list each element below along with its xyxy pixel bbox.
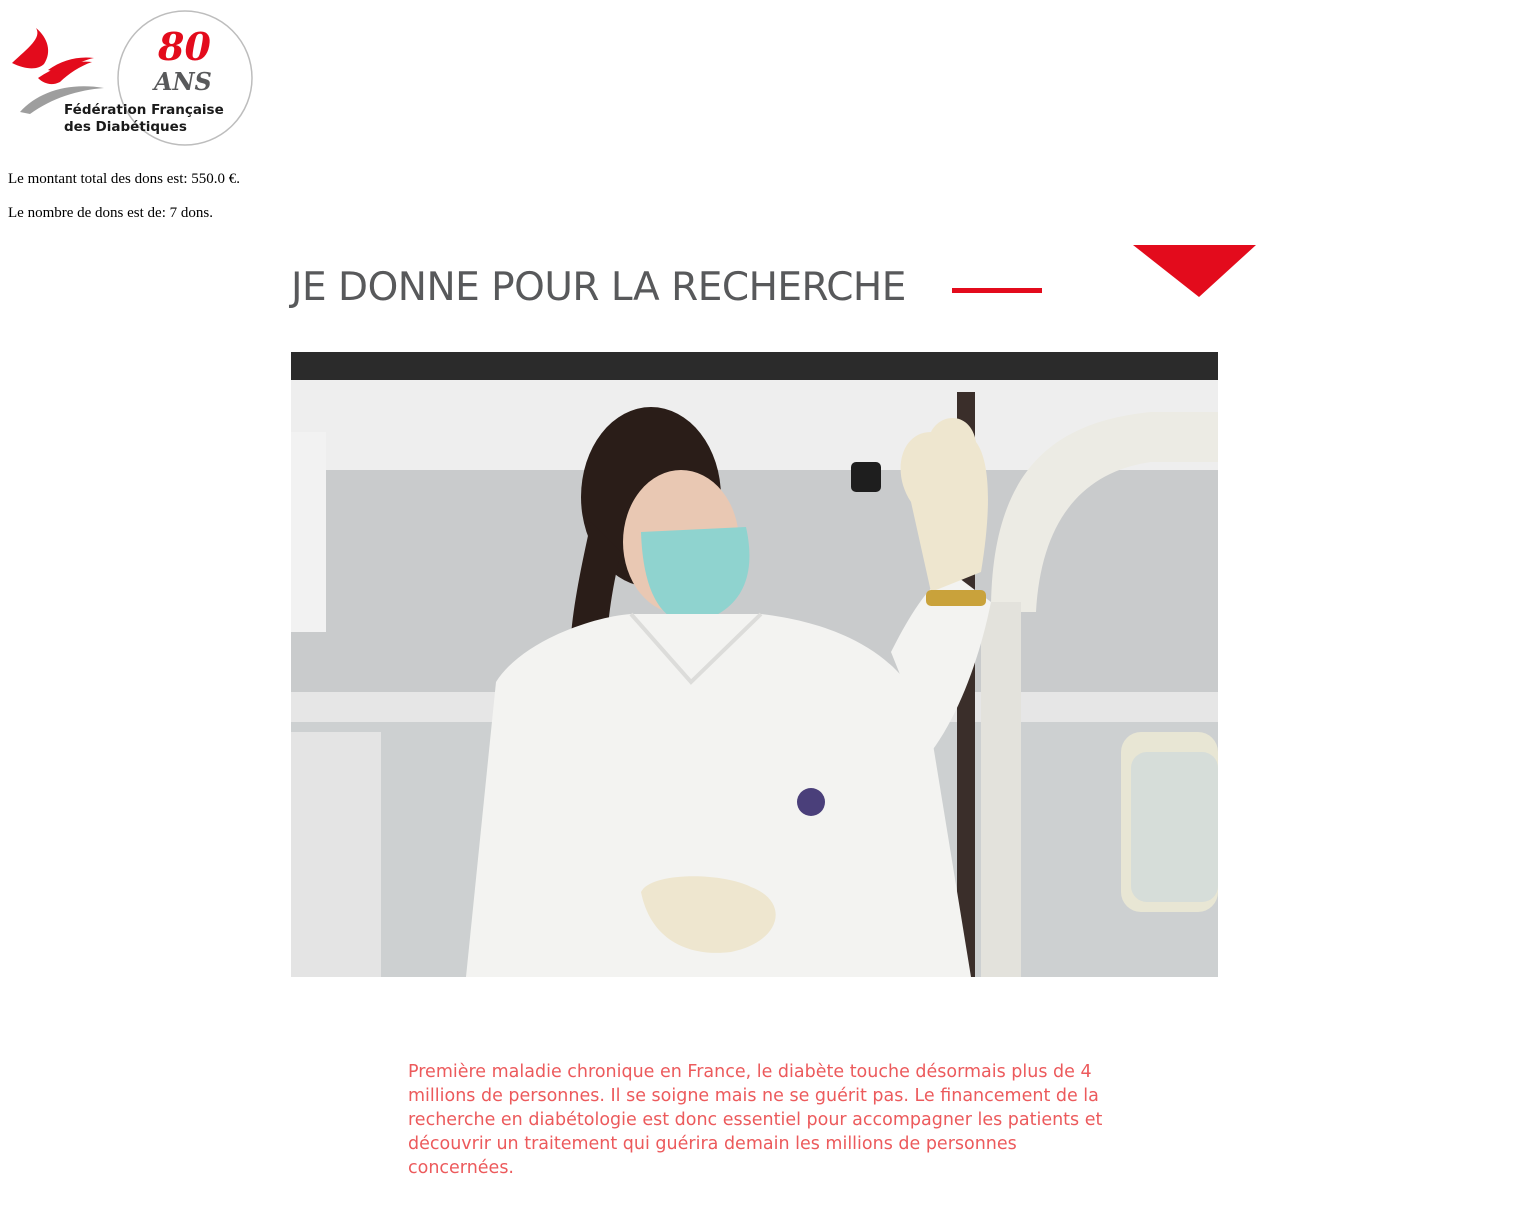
logo-anniversary-word: ANS bbox=[152, 67, 212, 96]
research-photo bbox=[291, 352, 1218, 977]
logo-anniversary-number: 80 bbox=[157, 24, 211, 69]
logo-org-line2: des Diabétiques bbox=[64, 119, 187, 135]
ffd-logo[interactable]: 80 ANS Fédération Française des Diabétiq… bbox=[8, 8, 258, 150]
donation-count: Le nombre de dons est de: 7 dons. bbox=[8, 205, 213, 221]
donation-stats: Le montant total des dons est: 550.0 €. … bbox=[8, 170, 240, 222]
section-intro: Première maladie chronique en France, le… bbox=[408, 1062, 1103, 1178]
section-header: JE DONNE POUR LA RECHERCHE bbox=[291, 262, 906, 314]
section-title: JE DONNE POUR LA RECHERCHE bbox=[291, 265, 906, 310]
ffd-bird-logo: 80 ANS Fédération Française des Diabétiq… bbox=[12, 10, 253, 146]
chevron-down-icon[interactable] bbox=[1133, 245, 1256, 297]
title-accent-bar bbox=[952, 288, 1042, 293]
donation-total: Le montant total des dons est: 550.0 €. bbox=[8, 171, 241, 187]
logo-org-line1: Fédération Française bbox=[64, 102, 224, 118]
